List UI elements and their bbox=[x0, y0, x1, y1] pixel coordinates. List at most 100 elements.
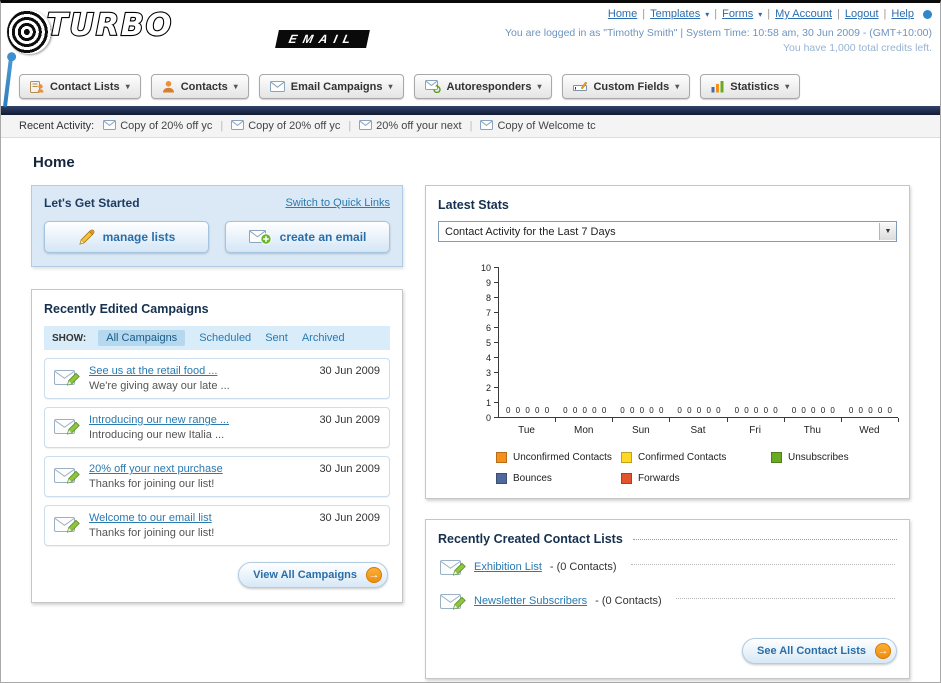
chart-day-group: 0 0 0 0 0 bbox=[785, 268, 842, 422]
manage-lists-label: manage lists bbox=[102, 230, 176, 244]
logo-email-text: EMAIL bbox=[275, 30, 371, 48]
svg-text:TURBO: TURBO bbox=[47, 8, 173, 43]
campaign-title-link[interactable]: 20% off your next purchase bbox=[89, 463, 223, 475]
nav-tab-email-campaigns[interactable]: Email Campaigns ▾ bbox=[258, 74, 404, 99]
campaign-subtitle: Thanks for joining our list! bbox=[89, 527, 215, 539]
app-header: TURBO EMAIL Home | Templates ▾ | Forms ▾ | My Ac… bbox=[1, 3, 940, 108]
email-icon bbox=[359, 119, 373, 133]
nav-tab-contact-lists[interactable]: Contact Lists ▾ bbox=[19, 74, 141, 99]
campaign-row[interactable]: See us at the retail food ... We're givin… bbox=[44, 358, 390, 399]
caret-down-icon: ▾ bbox=[388, 82, 393, 91]
legend-swatch bbox=[771, 452, 782, 463]
y-axis-label: 3 bbox=[485, 368, 491, 378]
contact-list-link[interactable]: Exhibition List bbox=[474, 561, 542, 573]
email-edit-icon bbox=[54, 514, 80, 534]
y-axis-label: 8 bbox=[485, 293, 491, 303]
contact-list-item[interactable]: Exhibition List - (0 Contacts) bbox=[438, 546, 897, 580]
chart-x-labels: Tue Mon Sun Sat Fri Thu Wed bbox=[498, 425, 898, 436]
header-right: Home | Templates ▾ | Forms ▾ | My Account | Logout… bbox=[505, 8, 932, 54]
campaign-row[interactable]: Welcome to our email list Thanks for join… bbox=[44, 505, 390, 546]
top-link-my-account[interactable]: My Account bbox=[775, 8, 832, 20]
campaign-subtitle: Thanks for joining our list! bbox=[89, 478, 215, 490]
email-icon bbox=[231, 119, 245, 133]
dotted-divider bbox=[675, 597, 895, 599]
bar-value-labels: 0 0 0 0 0 bbox=[734, 406, 778, 415]
y-axis-label: 9 bbox=[485, 278, 491, 288]
campaign-tab-sent[interactable]: Sent bbox=[265, 332, 288, 344]
x-axis-tick bbox=[726, 418, 728, 422]
credits-info: You have 1,000 total credits left. bbox=[782, 42, 932, 54]
arrow-right-icon: → bbox=[366, 567, 382, 583]
stats-filter-dropdown[interactable]: Contact Activity for the Last 7 Days ▼ bbox=[438, 221, 897, 242]
page-title: Home bbox=[33, 154, 75, 171]
manage-lists-button[interactable]: manage lists bbox=[44, 221, 209, 253]
view-all-campaigns-button[interactable]: View All Campaigns → bbox=[238, 562, 388, 588]
x-axis-label: Fri bbox=[749, 425, 761, 436]
legend-swatch bbox=[621, 473, 632, 484]
campaign-row[interactable]: 20% off your next purchase Thanks for joi… bbox=[44, 456, 390, 497]
dashboard-columns: Let's Get Started Switch to Quick Links … bbox=[31, 185, 910, 679]
get-started-title: Let's Get Started bbox=[44, 196, 140, 210]
legend-swatch bbox=[496, 452, 507, 463]
top-link-home[interactable]: Home bbox=[608, 8, 637, 20]
create-email-button[interactable]: create an email bbox=[225, 221, 390, 253]
x-axis-tick bbox=[783, 418, 785, 422]
x-axis-tick bbox=[555, 418, 557, 422]
login-info: You are logged in as "Timothy Smith" | S… bbox=[505, 27, 932, 39]
get-started-buttons: manage lists create an email bbox=[44, 221, 390, 253]
top-link-help[interactable]: Help bbox=[891, 8, 914, 20]
email-edit-icon bbox=[54, 465, 80, 485]
campaign-title-link[interactable]: See us at the retail food ... bbox=[89, 365, 230, 377]
see-all-contact-lists-button[interactable]: See All Contact Lists → bbox=[741, 638, 897, 664]
campaign-filter-bar: SHOW: All Campaigns Scheduled Sent Archived bbox=[44, 326, 390, 350]
recent-campaigns-panel: Recently Edited Campaigns SHOW: All Camp… bbox=[31, 289, 403, 603]
campaign-row[interactable]: Introducing our new range ... Introducing… bbox=[44, 407, 390, 448]
top-link-templates[interactable]: Templates bbox=[650, 8, 700, 20]
switch-to-quick-links[interactable]: Switch to Quick Links bbox=[285, 197, 390, 209]
recent-activity-item[interactable]: Copy of 20% off yc bbox=[103, 119, 212, 133]
contact-list-count: - (0 Contacts) bbox=[595, 595, 662, 607]
view-all-campaigns-label: View All Campaigns bbox=[253, 569, 357, 581]
top-link-forms[interactable]: Forms bbox=[722, 8, 753, 20]
legend-item-unconfirmed-contacts: Unconfirmed Contacts bbox=[496, 452, 621, 463]
caret-down-icon: ▾ bbox=[785, 82, 790, 91]
nav-tab-custom-fields[interactable]: Custom Fields ▾ bbox=[562, 74, 691, 99]
caret-down-icon: ▾ bbox=[233, 82, 238, 91]
campaign-tab-archived[interactable]: Archived bbox=[302, 332, 345, 344]
notification-dot-icon bbox=[923, 9, 932, 19]
contact-list-item[interactable]: Newsletter Subscribers - (0 Contacts) bbox=[438, 580, 897, 614]
arrow-right-icon: → bbox=[875, 643, 891, 659]
campaign-tab-all-campaigns[interactable]: All Campaigns bbox=[98, 330, 186, 346]
left-column: Let's Get Started Switch to Quick Links … bbox=[31, 185, 403, 603]
nav-tab-contacts[interactable]: Contacts ▾ bbox=[150, 74, 249, 99]
bar-value-labels: 0 0 0 0 0 bbox=[563, 406, 607, 415]
recent-activity-item[interactable]: 20% off your next bbox=[359, 119, 462, 133]
turbo-email-logo[interactable]: TURBO EMAIL bbox=[7, 7, 371, 54]
caret-down-icon: ▾ bbox=[758, 9, 763, 19]
contact-list-count: - (0 Contacts) bbox=[549, 561, 617, 573]
contact-list-link[interactable]: Newsletter Subscribers bbox=[474, 595, 587, 607]
y-axis-label: 7 bbox=[485, 308, 491, 318]
contact-list-items: Exhibition List - (0 Contacts) Newsletter … bbox=[438, 546, 897, 614]
nav-tab-autoresponders[interactable]: Autoresponders ▾ bbox=[413, 74, 553, 99]
legend-swatch bbox=[621, 452, 632, 463]
contact-lists-title: Recently Created Contact Lists bbox=[438, 532, 623, 546]
campaigns-panel-title: Recently Edited Campaigns bbox=[44, 302, 209, 316]
contact-lists-panel: Recently Created Contact Lists Exhibitio… bbox=[425, 519, 910, 679]
get-started-panel: Let's Get Started Switch to Quick Links … bbox=[31, 185, 403, 267]
recent-activity-item[interactable]: Copy of Welcome tc bbox=[480, 119, 596, 133]
recent-activity-label: Recent Activity: bbox=[19, 120, 95, 132]
campaign-tab-scheduled[interactable]: Scheduled bbox=[199, 332, 251, 344]
campaign-title-link[interactable]: Introducing our new range ... bbox=[89, 414, 229, 426]
bar-value-labels: 0 0 0 0 0 bbox=[848, 406, 892, 415]
bar-value-labels: 0 0 0 0 0 bbox=[791, 406, 835, 415]
email-campaigns-icon bbox=[269, 81, 285, 92]
nav-tab-statistics[interactable]: Statistics ▾ bbox=[700, 74, 801, 99]
recent-activity-item[interactable]: Copy of 20% off yc bbox=[231, 119, 340, 133]
x-axis-label: Mon bbox=[573, 425, 594, 436]
y-axis-label: 1 bbox=[485, 398, 491, 408]
main-content: Home Let's Get Started Switch to Quick L… bbox=[1, 138, 940, 679]
campaign-title-link[interactable]: Welcome to our email list bbox=[89, 512, 214, 524]
top-link-logout[interactable]: Logout bbox=[845, 8, 879, 20]
recent-activity-bar: Recent Activity: Copy of 20% off yc | Copy… bbox=[1, 115, 940, 138]
